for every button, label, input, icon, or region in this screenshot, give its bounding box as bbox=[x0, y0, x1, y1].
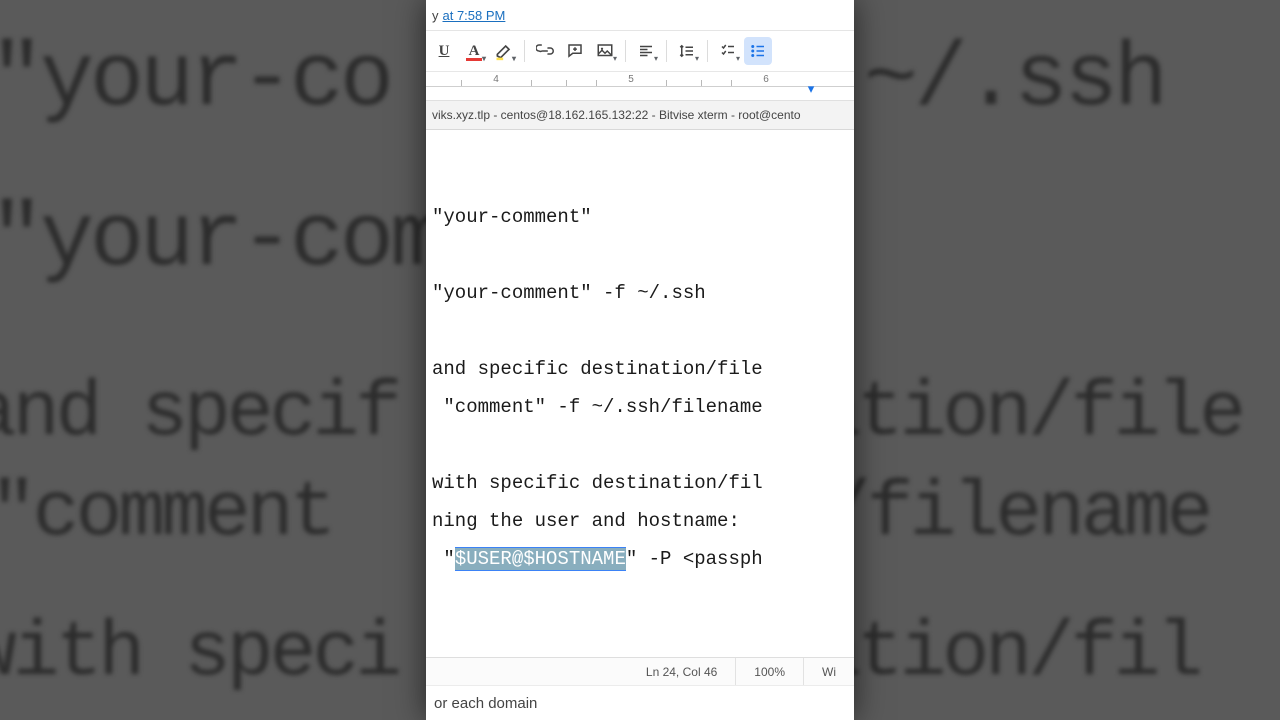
stage: "your-co "your-com and specif "comment w… bbox=[0, 0, 1280, 720]
toolbar-separator bbox=[625, 40, 626, 62]
toolbar: U A ▾ ▾ ▾ ▾ bbox=[426, 31, 854, 72]
ruler-number: 5 bbox=[628, 74, 634, 85]
header-prefix: y bbox=[432, 8, 439, 23]
bg-right: ~/.ssh ation/file /filename ation/fil bbox=[854, 0, 1280, 720]
ruler-number: 4 bbox=[493, 74, 499, 85]
align-button[interactable]: ▾ bbox=[632, 37, 660, 65]
bg-text: and specif bbox=[0, 370, 398, 458]
document-text[interactable]: "your-comment" "your-comment" -f ~/.ssh … bbox=[426, 130, 854, 578]
chevron-down-icon: ▾ bbox=[736, 54, 740, 63]
header-bar: y at 7:58 PM bbox=[426, 0, 854, 31]
underline-button[interactable]: U bbox=[430, 37, 458, 65]
chevron-down-icon: ▾ bbox=[654, 54, 658, 63]
line-spacing-icon bbox=[678, 42, 696, 60]
footer-text: or each domain bbox=[426, 685, 854, 720]
ruler-tick bbox=[731, 80, 732, 86]
checklist-button[interactable]: ▾ bbox=[714, 37, 742, 65]
chevron-down-icon: ▾ bbox=[695, 54, 699, 63]
bg-text: "your-co bbox=[0, 30, 390, 132]
toolbar-separator bbox=[707, 40, 708, 62]
ruler-tick bbox=[596, 80, 597, 86]
document-area[interactable]: "your-comment" "your-comment" -f ~/.ssh … bbox=[426, 130, 854, 690]
chevron-down-icon: ▾ bbox=[512, 54, 516, 63]
window-title-tab[interactable]: viks.xyz.tlp - centos@18.162.165.132:22 … bbox=[426, 101, 854, 130]
add-comment-button[interactable] bbox=[561, 37, 589, 65]
ruler-tick bbox=[701, 80, 702, 86]
insert-link-button[interactable] bbox=[531, 37, 559, 65]
text-selection[interactable]: $USER@$HOSTNAME bbox=[455, 547, 626, 571]
toolbar-separator bbox=[524, 40, 525, 62]
highlight-button[interactable]: ▾ bbox=[490, 37, 518, 65]
link-icon bbox=[536, 42, 554, 60]
status-bar: Ln 24, Col 46 100% Wi bbox=[426, 657, 854, 686]
comment-icon bbox=[566, 42, 584, 60]
bg-left: "your-co "your-com and specif "comment w… bbox=[0, 0, 426, 720]
image-icon bbox=[596, 42, 614, 60]
bg-text: ~/.ssh bbox=[864, 30, 1164, 132]
toolbar-separator bbox=[666, 40, 667, 62]
bulleted-list-button[interactable] bbox=[744, 37, 772, 65]
ruler-tick bbox=[461, 80, 462, 86]
insert-image-button[interactable]: ▾ bbox=[591, 37, 619, 65]
zoom-level[interactable]: 100% bbox=[736, 658, 804, 686]
bg-text: ation/file bbox=[854, 370, 1242, 458]
bg-text: "your-com bbox=[0, 190, 426, 292]
bg-text: /filename bbox=[854, 470, 1209, 558]
ruler-tick bbox=[531, 80, 532, 86]
text-color-glyph: A bbox=[469, 43, 480, 60]
encoding-indicator[interactable]: Wi bbox=[804, 658, 854, 686]
text-color-button[interactable]: A ▾ bbox=[460, 37, 488, 65]
chevron-down-icon: ▾ bbox=[482, 54, 486, 63]
app-column: y at 7:58 PM U A ▾ ▾ ▾ bbox=[426, 0, 854, 720]
checklist-icon bbox=[719, 42, 737, 60]
line-spacing-button[interactable]: ▾ bbox=[673, 37, 701, 65]
cursor-position[interactable]: Ln 24, Col 46 bbox=[628, 658, 736, 686]
header-timestamp-link[interactable]: at 7:58 PM bbox=[443, 8, 506, 23]
ruler-tick bbox=[666, 80, 667, 86]
ruler-number: 6 bbox=[763, 74, 769, 85]
bg-text: "comment bbox=[0, 470, 332, 558]
ruler-tick bbox=[566, 80, 567, 86]
ruler-right-indent-marker[interactable]: ▾ bbox=[808, 81, 815, 97]
bg-text: ation/fil bbox=[854, 610, 1199, 698]
ruler-line bbox=[426, 86, 854, 87]
bulleted-list-icon bbox=[749, 42, 767, 60]
align-left-icon bbox=[637, 42, 655, 60]
text-color-swatch bbox=[466, 58, 482, 61]
bg-text: with speci bbox=[0, 610, 398, 698]
chevron-down-icon: ▾ bbox=[613, 54, 617, 63]
ruler[interactable]: 4 5 6 ▾ bbox=[426, 72, 854, 101]
